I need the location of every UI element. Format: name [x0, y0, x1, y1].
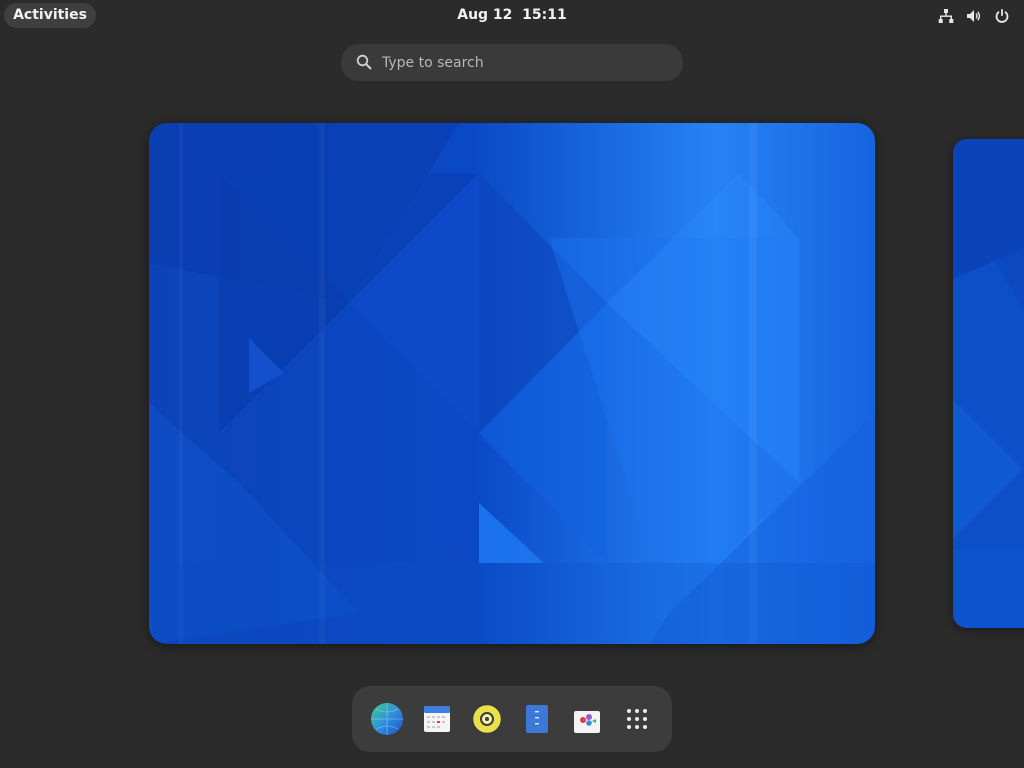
calendar-icon	[424, 706, 450, 732]
dash	[352, 686, 672, 752]
rhythmbox-icon	[470, 702, 504, 736]
rhythmbox-launcher[interactable]	[468, 700, 506, 738]
show-apps-grid-icon	[627, 709, 647, 729]
software-store-launcher[interactable]	[568, 700, 606, 738]
desktop-wallpaper	[149, 123, 875, 644]
network-icon[interactable]	[938, 8, 954, 24]
text-editor-launcher[interactable]	[518, 700, 556, 738]
clock-date[interactable]: Aug 12	[457, 7, 512, 23]
workspace-thumbnail-next[interactable]	[953, 139, 1024, 628]
activities-button[interactable]: Activities	[4, 3, 96, 28]
software-store-icon	[574, 703, 600, 733]
clock[interactable]: Aug 12 15:11	[0, 0, 1024, 32]
volume-icon[interactable]	[966, 8, 982, 24]
top-bar: Activities Aug 12 15:11	[0, 0, 1024, 32]
text-editor-icon	[526, 705, 548, 733]
system-tray[interactable]	[938, 6, 1010, 26]
calendar-launcher[interactable]	[418, 700, 456, 738]
desktop-wallpaper-preview	[953, 139, 1024, 628]
power-icon[interactable]	[994, 8, 1010, 24]
search-icon	[356, 54, 372, 70]
workspace-thumbnail-main[interactable]	[149, 123, 875, 644]
web-browser-icon	[371, 703, 403, 735]
search-input[interactable]	[382, 44, 662, 81]
web-browser-launcher[interactable]	[368, 700, 406, 738]
show-apps-button[interactable]	[618, 700, 656, 738]
clock-time[interactable]: 15:11	[522, 7, 567, 23]
search-bar[interactable]	[341, 44, 683, 81]
